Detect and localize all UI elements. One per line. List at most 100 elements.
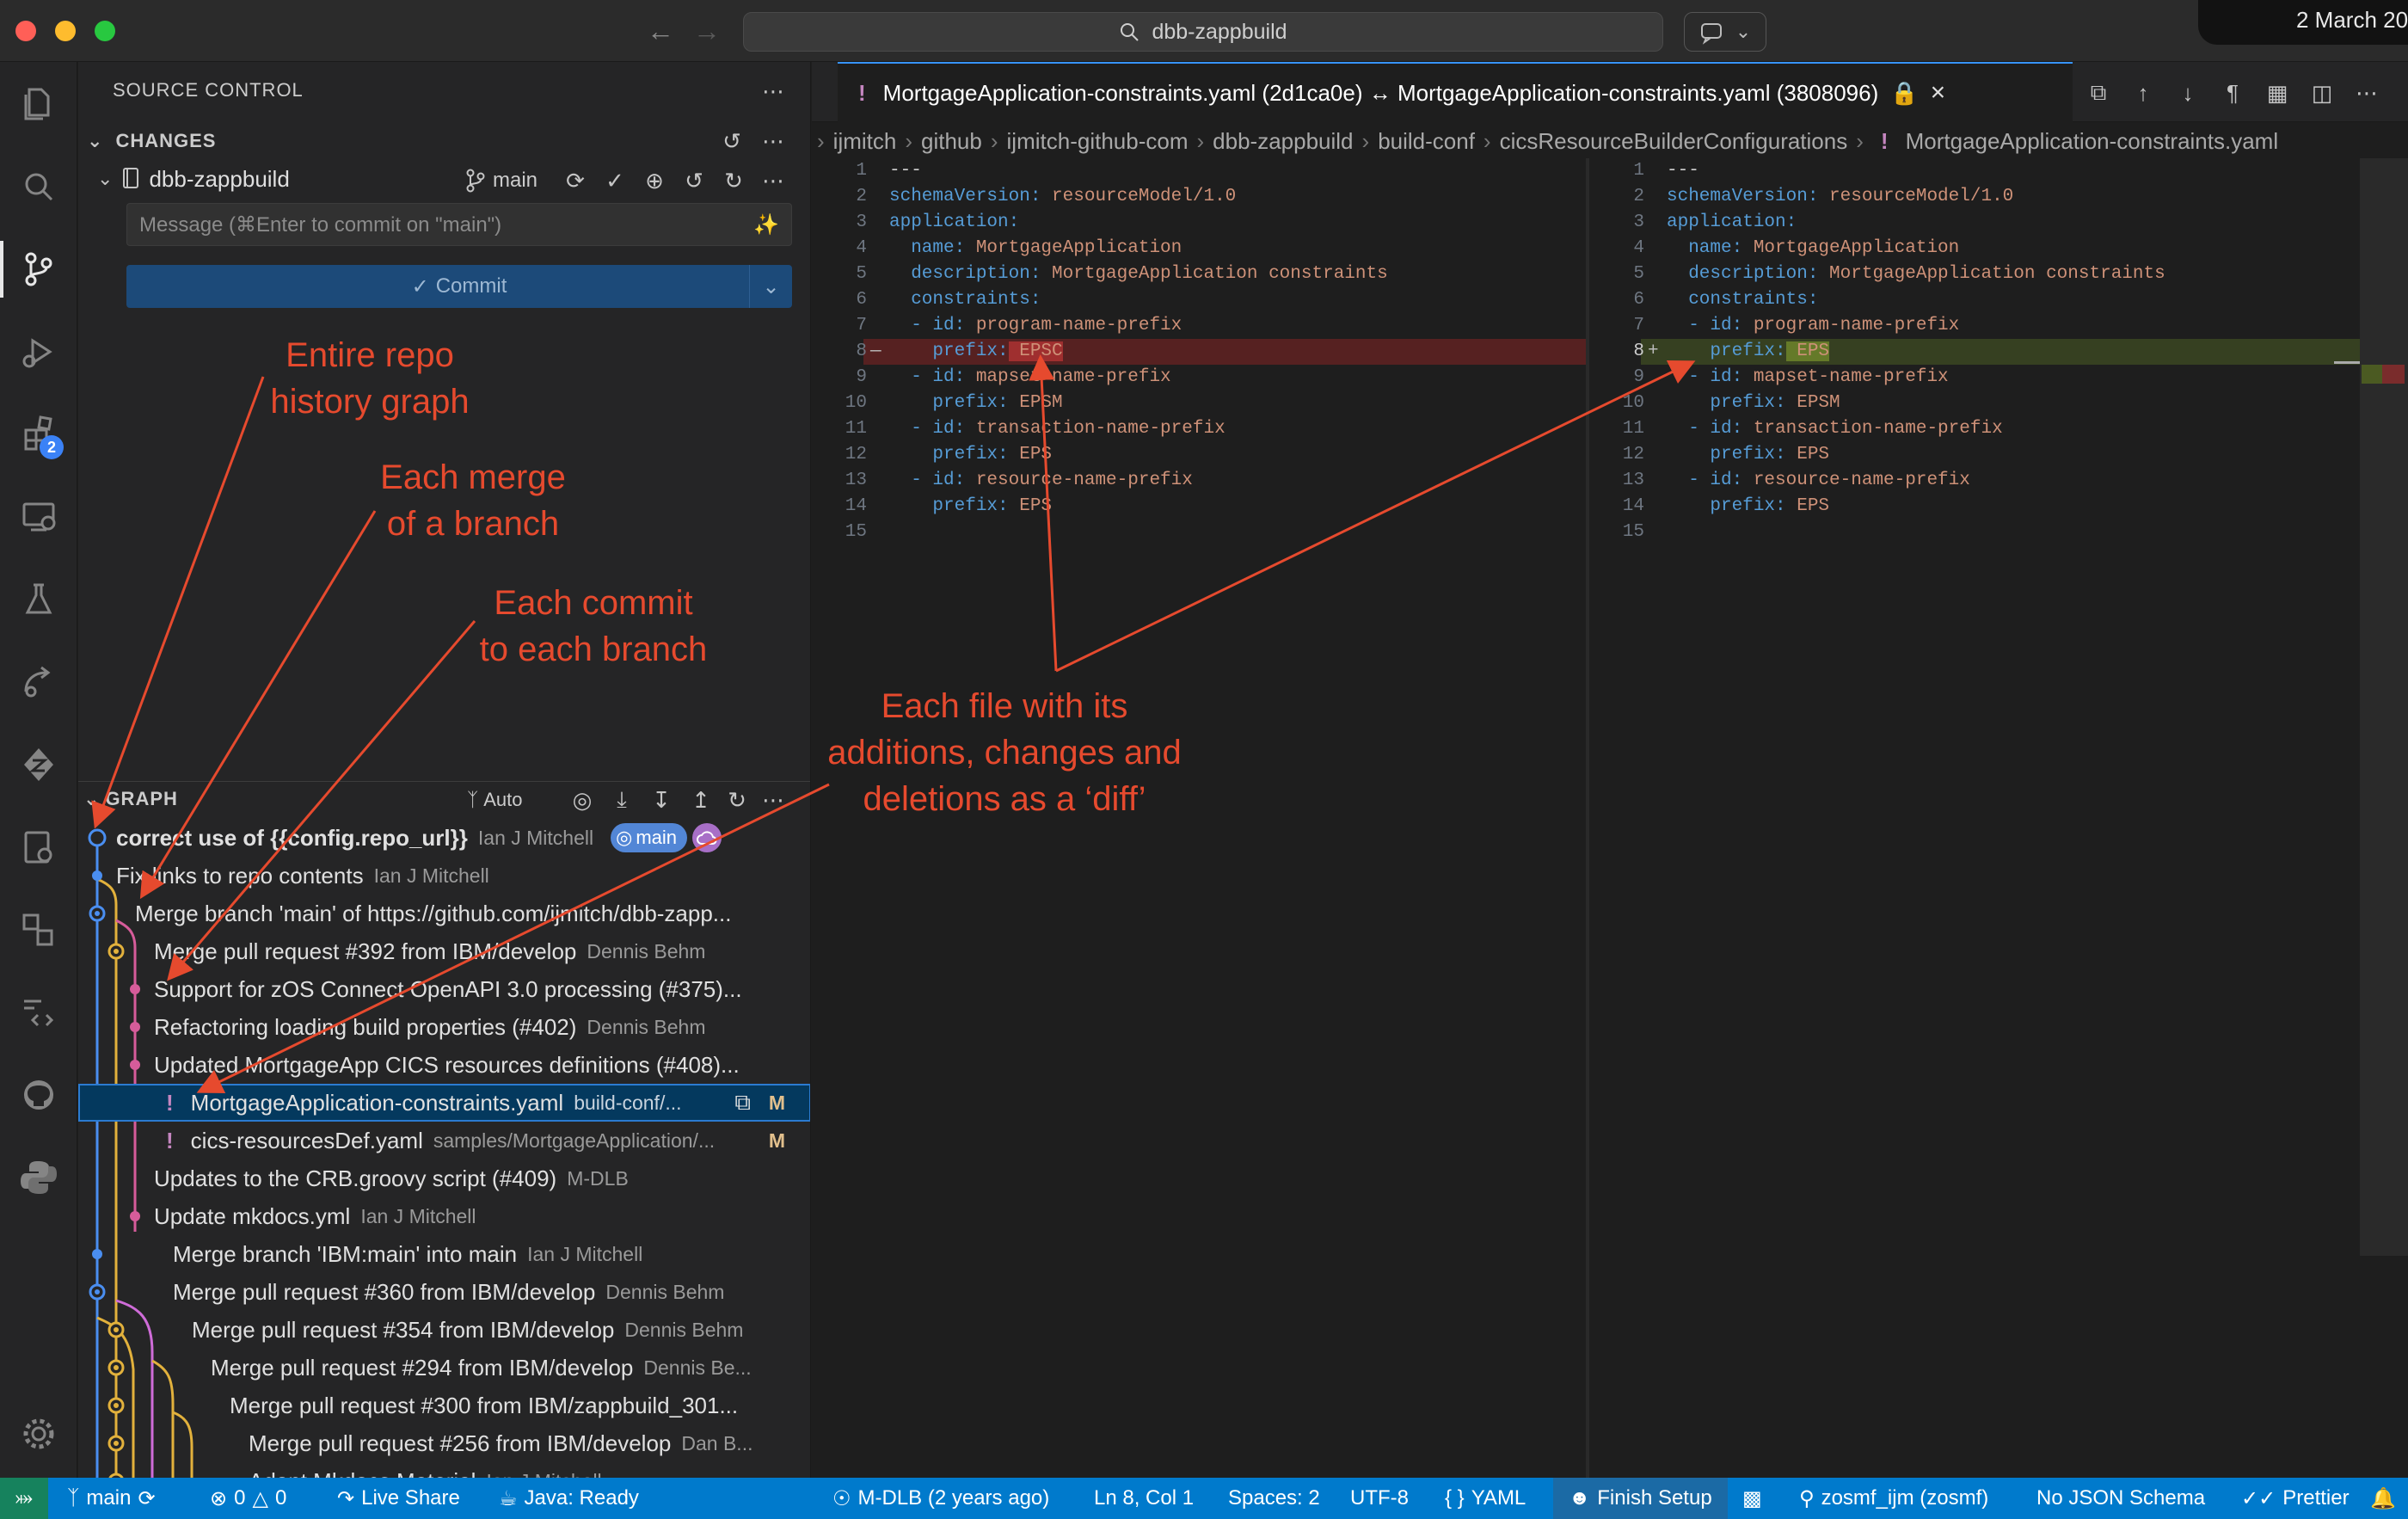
github-icon[interactable]	[17, 1073, 60, 1116]
editor-more-icon[interactable]: ⋯	[2351, 77, 2382, 108]
explorer-icon[interactable]	[17, 81, 60, 124]
code-line[interactable]: 10 prefix: EPSM	[812, 391, 1586, 416]
status-blame[interactable]: ☉ M-DLB (2 years ago)	[832, 1478, 1049, 1519]
changes-section-header[interactable]: ⌄ CHANGES	[78, 124, 810, 158]
breadcrumb-item[interactable]: dbb-zappbuild	[1213, 128, 1353, 155]
breadcrumb-item[interactable]: cicsResourceBuilderConfigurations	[1500, 128, 1848, 155]
code-line[interactable]: 2 schemaVersion: resourceModel/1.0	[812, 184, 1586, 210]
code-line[interactable]: 11 - id: transaction-name-prefix	[812, 416, 1586, 442]
source-control-icon[interactable]	[0, 241, 60, 298]
graph-commit-row[interactable]: Merge pull request #300 from IBM/zappbui…	[78, 1387, 810, 1424]
branch-badge-main[interactable]: ◎ main	[611, 823, 687, 852]
branch-picker[interactable]: main	[465, 165, 538, 196]
breadcrumb-item[interactable]: build-conf	[1378, 128, 1475, 155]
command-center-search[interactable]: dbb-zappbuild	[743, 12, 1663, 52]
copilot-chat-button[interactable]: ⌄	[1684, 12, 1766, 52]
breadcrumb-item[interactable]: github	[921, 128, 982, 155]
code-line[interactable]: 14 prefix: EPS	[1589, 494, 2363, 520]
zoom-window-button[interactable]	[95, 21, 115, 41]
refresh-icon[interactable]: ↻	[718, 165, 749, 196]
next-change-icon[interactable]: ↓	[2172, 77, 2203, 108]
code-line[interactable]: 6 constraints:	[1589, 287, 2363, 313]
code-line[interactable]: 12 prefix: EPS	[812, 442, 1586, 468]
repo-history-icon[interactable]: ↺	[679, 165, 710, 196]
graph-commit-row[interactable]: Merge pull request #256 from IBM/develop…	[78, 1424, 810, 1462]
graph-commit-row[interactable]: Updated MortgageApp CICS resources defin…	[78, 1046, 810, 1084]
graph-commit-row[interactable]: Support for zOS Connect OpenAPI 3.0 proc…	[78, 970, 810, 1008]
graph-auto-filter[interactable]: ᛉ Auto	[467, 784, 522, 815]
graph-commit-row[interactable]: Adopt Mkdocs Material Ian J Mitchell	[78, 1462, 810, 1479]
graph-commit-row[interactable]: Merge pull request #360 from IBM/develop…	[78, 1273, 810, 1311]
open-file-icon[interactable]: ⧉	[734, 1089, 751, 1116]
editor-tab-active[interactable]: ! MortgageApplication-constraints.yaml (…	[838, 62, 2073, 122]
commit-check-icon[interactable]: ✓	[599, 165, 630, 196]
graph-commit-row[interactable]: Fix links to repo contents Ian J Mitchel…	[78, 857, 810, 895]
code-line[interactable]: 6 constraints:	[812, 287, 1586, 313]
status-java[interactable]: ☕ Java: Ready	[499, 1478, 639, 1519]
pull-icon[interactable]: ↧	[646, 784, 677, 815]
sparkle-icon[interactable]: ✨	[753, 212, 779, 237]
graph-commit-row[interactable]: Merge pull request #354 from IBM/develop…	[78, 1311, 810, 1349]
code-line[interactable]: 12 prefix: EPS	[1589, 442, 2363, 468]
status-encoding[interactable]: UTF-8	[1350, 1478, 1409, 1519]
zowe-explorer-icon[interactable]	[17, 743, 60, 786]
close-tab-icon[interactable]: ×	[1931, 78, 1946, 108]
commit-message-input[interactable]: Message (⌘Enter to commit on "main") ✨	[126, 203, 792, 246]
open-file-icon[interactable]: ⧉	[2083, 77, 2114, 108]
code-line[interactable]: 3 application:	[1589, 210, 2363, 236]
code-line[interactable]: 7 - id: program-name-prefix	[812, 313, 1586, 339]
code-line[interactable]: 5 description: MortgageApplication const…	[1589, 261, 2363, 287]
search-icon[interactable]	[17, 165, 60, 208]
code-line[interactable]: 15	[1589, 520, 2363, 545]
settings-gear-icon[interactable]	[17, 1412, 60, 1455]
whitespace-icon[interactable]: ¶	[2217, 77, 2248, 108]
status-live-share[interactable]: ↷ Live Share	[337, 1478, 460, 1519]
back-arrow-icon[interactable]: ←	[647, 14, 674, 48]
testing-flask-icon[interactable]	[17, 578, 60, 621]
code-line[interactable]: 3 application:	[812, 210, 1586, 236]
commit-button[interactable]: ✓ Commit ⌄	[126, 265, 792, 308]
breadcrumb-item[interactable]: MortgageApplication-constraints.yaml	[1906, 128, 2279, 155]
live-share-icon[interactable]	[17, 661, 60, 704]
graph-commit-row[interactable]: Merge branch 'IBM:main' into main Ian J …	[78, 1235, 810, 1273]
status-json-schema[interactable]: No JSON Schema	[2036, 1478, 2205, 1519]
graph-commit-row[interactable]: correct use of {{config.repo_url}} Ian J…	[78, 819, 810, 857]
code-line[interactable]: 13 - id: resource-name-prefix	[1589, 468, 2363, 494]
code-line[interactable]: 9 - id: mapset-name-prefix	[812, 365, 1586, 391]
split-editor-icon[interactable]: ◫	[2307, 77, 2337, 108]
repo-more-icon[interactable]: ⋯	[758, 165, 789, 196]
graph-commit-row[interactable]: Refactoring loading build properties (#4…	[78, 1008, 810, 1046]
minimize-window-button[interactable]	[55, 21, 76, 41]
status-problems[interactable]: ⊗ 0 △ 0	[210, 1478, 286, 1519]
status-ports-icon[interactable]: ▩	[1742, 1478, 1762, 1519]
graph-refresh-icon[interactable]: ↻	[722, 784, 752, 815]
code-line[interactable]: 1 ---	[1589, 158, 2363, 184]
target-icon[interactable]: ◎	[567, 784, 598, 815]
breadcrumb-item[interactable]: ijmitch	[833, 128, 897, 155]
code-line[interactable]: —8 prefix: EPSC	[812, 339, 1586, 365]
code-snippet-icon[interactable]	[17, 991, 60, 1034]
code-line[interactable]: 10 prefix: EPSM	[1589, 391, 2363, 416]
push-icon[interactable]: ↥	[685, 784, 716, 815]
notifications-bell-icon[interactable]: 🔔	[2370, 1478, 2396, 1519]
code-line[interactable]: 2 schemaVersion: resourceModel/1.0	[1589, 184, 2363, 210]
code-line[interactable]: 4 name: MortgageApplication	[1589, 236, 2363, 261]
status-language[interactable]: { } YAML	[1445, 1478, 1526, 1519]
code-line[interactable]: 14 prefix: EPS	[812, 494, 1586, 520]
remote-explorer-icon[interactable]	[17, 495, 60, 538]
docker-settings-icon[interactable]	[17, 826, 60, 869]
graph-commit-row[interactable]: Merge branch 'main' of https://github.co…	[78, 895, 810, 932]
status-prettier[interactable]: ✓✓ Prettier	[2241, 1478, 2350, 1519]
code-line[interactable]: 1 ---	[812, 158, 1586, 184]
remote-indicator-icon[interactable]: ⤗	[0, 1478, 48, 1519]
history-icon[interactable]: ↺	[716, 126, 747, 157]
status-branch[interactable]: ᛉ main ⟳	[67, 1478, 156, 1519]
diff-modified-pane[interactable]: 1 --- 2 schemaVersion: resourceModel/1.0 3 ap…	[1589, 158, 2363, 1478]
graph-more-icon[interactable]: ⋯	[758, 784, 789, 815]
commit-dropdown-chevron-icon[interactable]: ⌄	[749, 265, 792, 308]
code-line[interactable]: 15	[812, 520, 1586, 545]
status-zosmf[interactable]: ⚲ zosmf_ijm (zosmf)	[1799, 1478, 1988, 1519]
graph-commit-row[interactable]: Merge pull request #294 from IBM/develop…	[78, 1349, 810, 1387]
changes-more-icon[interactable]: ⋯	[758, 126, 789, 157]
code-line[interactable]: 4 name: MortgageApplication	[812, 236, 1586, 261]
